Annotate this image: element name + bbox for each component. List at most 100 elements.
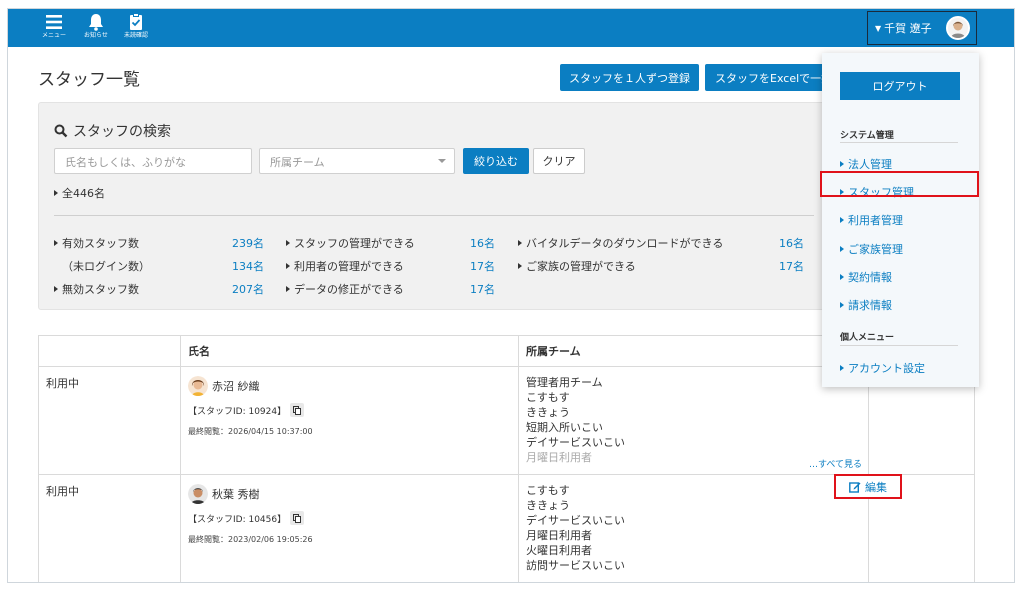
name-search-input[interactable]: 氏名もしくは、ふりがな xyxy=(54,148,252,174)
bell-icon xyxy=(89,14,103,31)
team-item: デイサービスいこい xyxy=(526,436,625,449)
clear-button[interactable]: クリア xyxy=(533,148,585,174)
triangle-right-icon xyxy=(518,263,522,269)
hamburger-icon xyxy=(46,15,62,29)
team-item: ききょう xyxy=(526,406,570,419)
triangle-right-icon xyxy=(54,240,58,246)
menu-item-contract[interactable]: 契約情報 xyxy=(840,269,892,285)
name-cell: 秋葉 秀樹 【スタッフID: 10456】 最終閲覧：2023/02/06 19… xyxy=(180,474,519,582)
team-list: 管理者用チーム こすもす ききょう 短期入所いこい デイサービスいこい 月曜日利… xyxy=(526,375,861,465)
triangle-right-icon xyxy=(840,246,844,252)
menu-item-billing[interactable]: 請求情報 xyxy=(840,297,892,313)
team-item: 管理者用チーム xyxy=(526,376,603,389)
user-name: 千賀 遼子 xyxy=(884,22,932,35)
triangle-right-icon xyxy=(840,161,844,167)
team-list: こすもす ききょう デイサービスいこい 月曜日利用者 火曜日利用者 訪問サービス… xyxy=(526,483,861,573)
user-menu-toggle[interactable]: ▼ 千賀 遼子 xyxy=(867,11,977,45)
team-cell: こすもす ききょう デイサービスいこい 月曜日利用者 火曜日利用者 訪問サービス… xyxy=(518,474,869,582)
stat-vital-dl-value[interactable]: 16名 xyxy=(759,235,804,251)
search-title-text: スタッフの検索 xyxy=(73,124,171,140)
highlight-box xyxy=(820,171,979,197)
stat-staff-mgmt-label: スタッフの管理ができる xyxy=(286,235,415,251)
user-dropdown-menu: ログアウト システム管理 法人管理 スタッフ管理 利用者管理 ご家族管理 契約情… xyxy=(822,53,979,387)
status-cell: 利用中 xyxy=(38,366,181,475)
menu-button[interactable]: メニュー xyxy=(34,12,74,44)
user-avatar xyxy=(946,16,970,40)
team-item: デイサービスいこい xyxy=(526,514,625,527)
page-title: スタッフ一覧 xyxy=(38,70,140,90)
divider xyxy=(840,142,958,143)
team-select-value: 所属チーム xyxy=(270,156,325,169)
top-bar: メニュー お知らせ 未読確認 ▼ 千賀 遼子 xyxy=(8,9,1014,47)
column-header-team: 所属チーム xyxy=(518,335,869,367)
triangle-right-icon xyxy=(518,240,522,246)
personal-section-title: 個人メニュー xyxy=(840,333,895,343)
last-view: 最終閲覧：2023/02/06 19:05:26 xyxy=(188,535,313,544)
divider xyxy=(840,345,958,346)
see-all-link[interactable]: …すべて見る xyxy=(809,457,862,470)
triangle-right-icon xyxy=(840,365,844,371)
filter-button[interactable]: 絞り込む xyxy=(463,148,529,174)
menu-label: メニュー xyxy=(41,32,66,39)
caret-down-icon: ▼ xyxy=(875,23,882,33)
team-item: 訪問サービスいこい xyxy=(526,559,625,572)
triangle-right-icon xyxy=(286,240,290,246)
copy-icon[interactable] xyxy=(290,511,305,525)
edit-button[interactable]: 編集 xyxy=(834,474,902,499)
edit-label: 編集 xyxy=(865,480,887,494)
stat-user-mgmt-value[interactable]: 17名 xyxy=(449,258,495,274)
app-window: メニュー お知らせ 未読確認 ▼ 千賀 遼子 スタッフ一覧 スタッフを１人ずつ登… xyxy=(7,8,1015,583)
search-title: スタッフの検索 xyxy=(54,121,171,141)
column-header-status xyxy=(38,335,181,367)
chevron-down-icon xyxy=(438,159,446,163)
staff-name[interactable]: 秋葉 秀樹 xyxy=(212,486,260,502)
stat-family-mgmt-value[interactable]: 17名 xyxy=(759,258,804,274)
last-view: 最終閲覧：2026/04/15 10:37:00 xyxy=(188,427,313,436)
stat-active-value[interactable]: 239名 xyxy=(219,235,264,251)
staff-id: 【スタッフID: 10456】 xyxy=(188,514,287,525)
staff-name[interactable]: 赤沼 紗織 xyxy=(212,378,260,394)
name-cell: 赤沼 紗織 【スタッフID: 10924】 最終閲覧：2026/04/15 10… xyxy=(180,366,519,475)
clipboard-check-icon xyxy=(130,13,142,30)
menu-item-users[interactable]: 利用者管理 xyxy=(840,212,903,228)
system-section-title: システム管理 xyxy=(840,131,894,141)
triangle-right-icon xyxy=(840,274,844,280)
staff-avatar xyxy=(188,484,208,504)
triangle-right-icon xyxy=(286,286,290,292)
stat-staff-mgmt-value[interactable]: 16名 xyxy=(449,235,495,251)
unconfirmed-button[interactable]: 未読確認 xyxy=(116,12,156,44)
triangle-right-icon xyxy=(54,190,58,196)
register-excel-button[interactable]: スタッフをExcelで一括 xyxy=(705,64,835,91)
team-item: こすもす xyxy=(526,484,570,497)
team-select[interactable]: 所属チーム xyxy=(259,148,455,174)
stat-not-logged-label: （未ログイン数） xyxy=(62,260,150,273)
menu-item-account[interactable]: アカウント設定 xyxy=(840,360,925,376)
divider xyxy=(54,215,814,216)
triangle-right-icon xyxy=(54,286,58,292)
register-one-button[interactable]: スタッフを１人ずつ登録 xyxy=(560,64,699,91)
menu-item-family[interactable]: ご家族管理 xyxy=(840,241,903,257)
stat-data-fix-label: データの修正ができる xyxy=(286,281,404,297)
menu-item-corporation[interactable]: 法人管理 xyxy=(840,156,892,172)
stat-inactive-value[interactable]: 207名 xyxy=(219,281,264,297)
staff-avatar xyxy=(188,376,208,396)
team-item: 火曜日利用者 xyxy=(526,544,592,557)
notifications-label: お知らせ xyxy=(84,32,108,39)
notifications-button[interactable]: お知らせ xyxy=(76,12,116,44)
edit-icon xyxy=(849,481,861,493)
triangle-right-icon xyxy=(840,217,844,223)
stat-data-fix-value[interactable]: 17名 xyxy=(449,281,495,297)
unconfirmed-label: 未読確認 xyxy=(123,32,148,39)
stat-vital-dl-label: バイタルデータのダウンロードができる xyxy=(518,235,723,251)
team-item: こすもす xyxy=(526,391,570,404)
total-count[interactable]: 全446名 xyxy=(54,185,105,201)
stat-not-logged-value[interactable]: 134名 xyxy=(219,258,264,274)
stat-family-mgmt-label: ご家族の管理ができる xyxy=(518,258,636,274)
staff-id: 【スタッフID: 10924】 xyxy=(188,406,287,417)
stat-active-label: 有効スタッフ数 xyxy=(54,235,139,251)
team-item: 月曜日利用者 xyxy=(526,529,592,542)
logout-button[interactable]: ログアウト xyxy=(840,72,960,100)
copy-icon[interactable] xyxy=(290,403,305,417)
team-item: ききょう xyxy=(526,499,570,512)
search-icon xyxy=(54,124,68,138)
